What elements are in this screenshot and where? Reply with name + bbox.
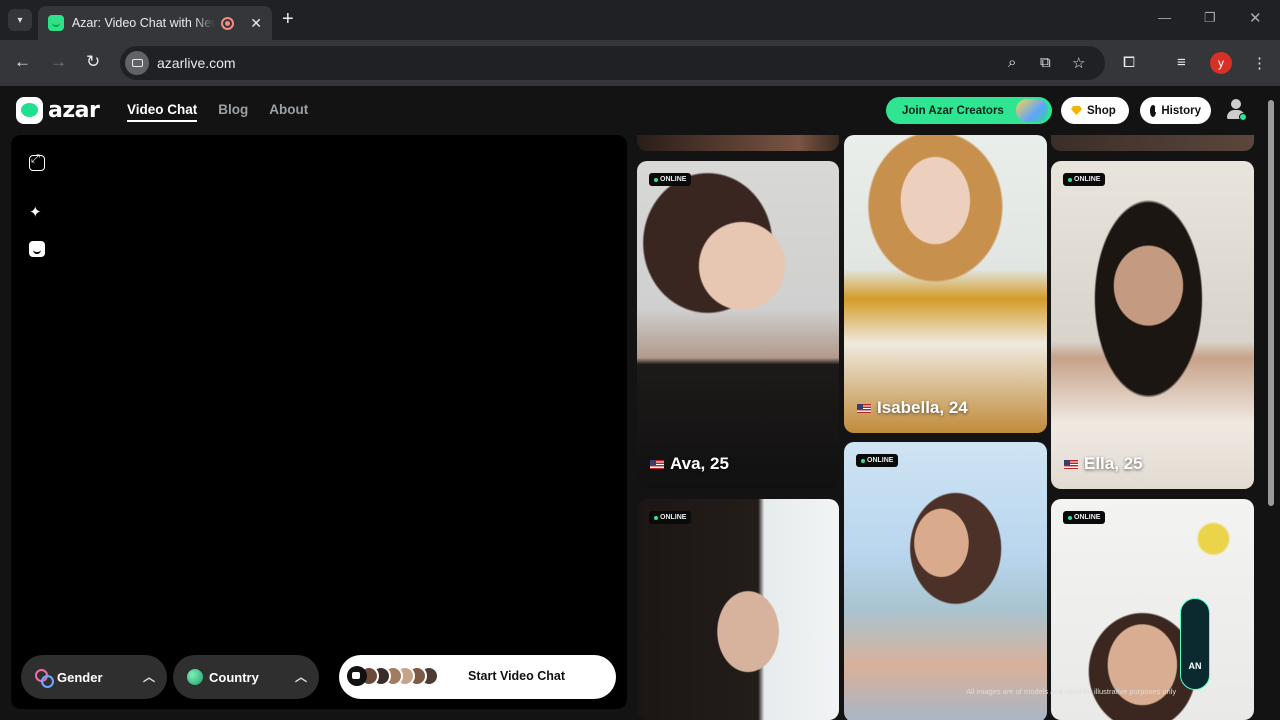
video-preview-panel: ✦ (11, 135, 627, 709)
profile-card[interactable]: ONLINE Ava, 25 (637, 161, 839, 489)
forward-icon[interactable]: → (50, 52, 67, 72)
online-badge: ONLINE (1063, 511, 1106, 524)
profile-card[interactable]: ONLINE (844, 442, 1047, 720)
watermark-logo: AN (1180, 598, 1210, 690)
gem-icon (1071, 106, 1082, 115)
start-video-chat-button[interactable]: Start Video Chat (339, 655, 616, 699)
profile-gallery: ONLINE Ava, 25 Isabella, 24 ONLINE Ella,… (637, 135, 1254, 720)
avatar-stack (347, 666, 439, 688)
nav-blog[interactable]: Blog (218, 102, 248, 122)
us-flag-icon (857, 403, 871, 413)
page-scrollbar[interactable] (1268, 100, 1274, 506)
history-button[interactable]: History (1140, 97, 1211, 124)
nav-about[interactable]: About (269, 102, 308, 122)
profile-card-partial[interactable] (1051, 135, 1254, 151)
online-badge: ONLINE (649, 511, 692, 524)
extensions-icon[interactable]: ⧠ (1123, 54, 1135, 71)
profile-card[interactable]: ONLINE (637, 499, 839, 720)
effects-sparkle-icon[interactable]: ✦ (29, 205, 45, 221)
shop-button[interactable]: Shop (1061, 97, 1129, 124)
browser-tab-strip: ▾ Azar: Video Chat with New Friends ✕ + … (0, 0, 1280, 40)
recording-icon (221, 16, 235, 30)
globe-icon (187, 669, 203, 685)
camera-icon (347, 666, 367, 686)
zoom-icon[interactable]: ⌕ (1008, 54, 1016, 71)
history-label: History (1161, 104, 1201, 117)
menu-kebab-icon[interactable]: ⋮ (1252, 54, 1267, 72)
address-bar[interactable]: azarlive.com ⌕ ⧉ ☆ (120, 46, 1105, 80)
media-control-icon[interactable]: ≡ (1177, 54, 1186, 71)
minimize-icon[interactable]: — (1158, 10, 1171, 25)
online-badge: ONLINE (1063, 173, 1106, 186)
profile-card[interactable]: ONLINE Ella, 25 (1051, 161, 1254, 489)
chevron-up-icon: ︿ (142, 670, 155, 684)
azar-logo-icon (16, 97, 43, 124)
gender-label: Gender (57, 669, 103, 685)
creators-art-icon (1016, 99, 1048, 122)
browser-tab[interactable]: Azar: Video Chat with New Friends ✕ (38, 6, 272, 40)
profile-photo (844, 442, 1047, 720)
bookmark-star-icon[interactable]: ☆ (1072, 54, 1085, 72)
nav-video-chat[interactable]: Video Chat (127, 102, 198, 122)
us-flag-icon (1064, 459, 1078, 469)
azar-favicon-icon (48, 15, 64, 31)
profile-card[interactable]: Isabella, 24 (844, 135, 1047, 433)
restore-icon[interactable]: ❐ (1204, 10, 1216, 26)
profile-photo (844, 135, 1047, 433)
install-app-icon[interactable]: ⧉ (1040, 54, 1051, 71)
url-text: azarlive.com (157, 55, 236, 71)
profile-name: Isabella, 24 (857, 398, 968, 418)
profile-photo (637, 161, 839, 489)
tab-search-icon[interactable]: ▾ (8, 9, 32, 31)
start-video-chat-label: Start Video Chat (468, 669, 566, 683)
chevron-up-icon: ︿ (294, 670, 307, 684)
browser-toolbar: ← → ↻ azarlive.com ⌕ ⧉ ☆ ⧠ ≡ ⋮ (0, 40, 1280, 86)
country-filter-button[interactable]: Country ︿ (173, 655, 319, 699)
account-icon[interactable] (1225, 98, 1247, 122)
site-info-icon[interactable] (125, 51, 149, 75)
tab-title: Azar: Video Chat with New Friends (71, 16, 216, 30)
clock-icon (1150, 104, 1160, 117)
profile-name: Ava, 25 (650, 454, 729, 474)
profile-name: Ella, 25 (1064, 454, 1143, 474)
us-flag-icon (650, 459, 664, 469)
new-tab-icon[interactable]: + (282, 8, 294, 31)
main-nav: Video Chat Blog About (127, 102, 308, 122)
online-badge: ONLINE (649, 173, 692, 186)
logo-text: azar (48, 98, 100, 123)
join-creators-label: Join Azar Creators (902, 104, 1004, 117)
back-icon[interactable]: ← (14, 52, 31, 72)
face-filter-icon[interactable] (29, 241, 45, 257)
azar-logo[interactable]: azar (16, 97, 100, 124)
reload-icon[interactable]: ↻ (86, 52, 100, 72)
expand-icon[interactable] (29, 153, 45, 171)
close-tab-icon[interactable]: ✕ (250, 15, 262, 32)
online-badge: ONLINE (856, 454, 899, 467)
gender-filter-button[interactable]: Gender ︿ (21, 655, 167, 699)
shop-label: Shop (1087, 104, 1116, 117)
azar-page: azar Video Chat Blog About Join Azar Cre… (0, 86, 1280, 720)
profile-photo (637, 499, 839, 720)
profile-card-partial[interactable] (637, 135, 839, 151)
close-window-icon[interactable]: ✕ (1249, 9, 1262, 27)
gender-icon (35, 669, 54, 688)
profile-photo (1051, 161, 1254, 489)
join-creators-button[interactable]: Join Azar Creators (886, 97, 1052, 124)
country-label: Country (209, 669, 259, 685)
browser-profile-avatar[interactable]: y (1210, 52, 1232, 74)
